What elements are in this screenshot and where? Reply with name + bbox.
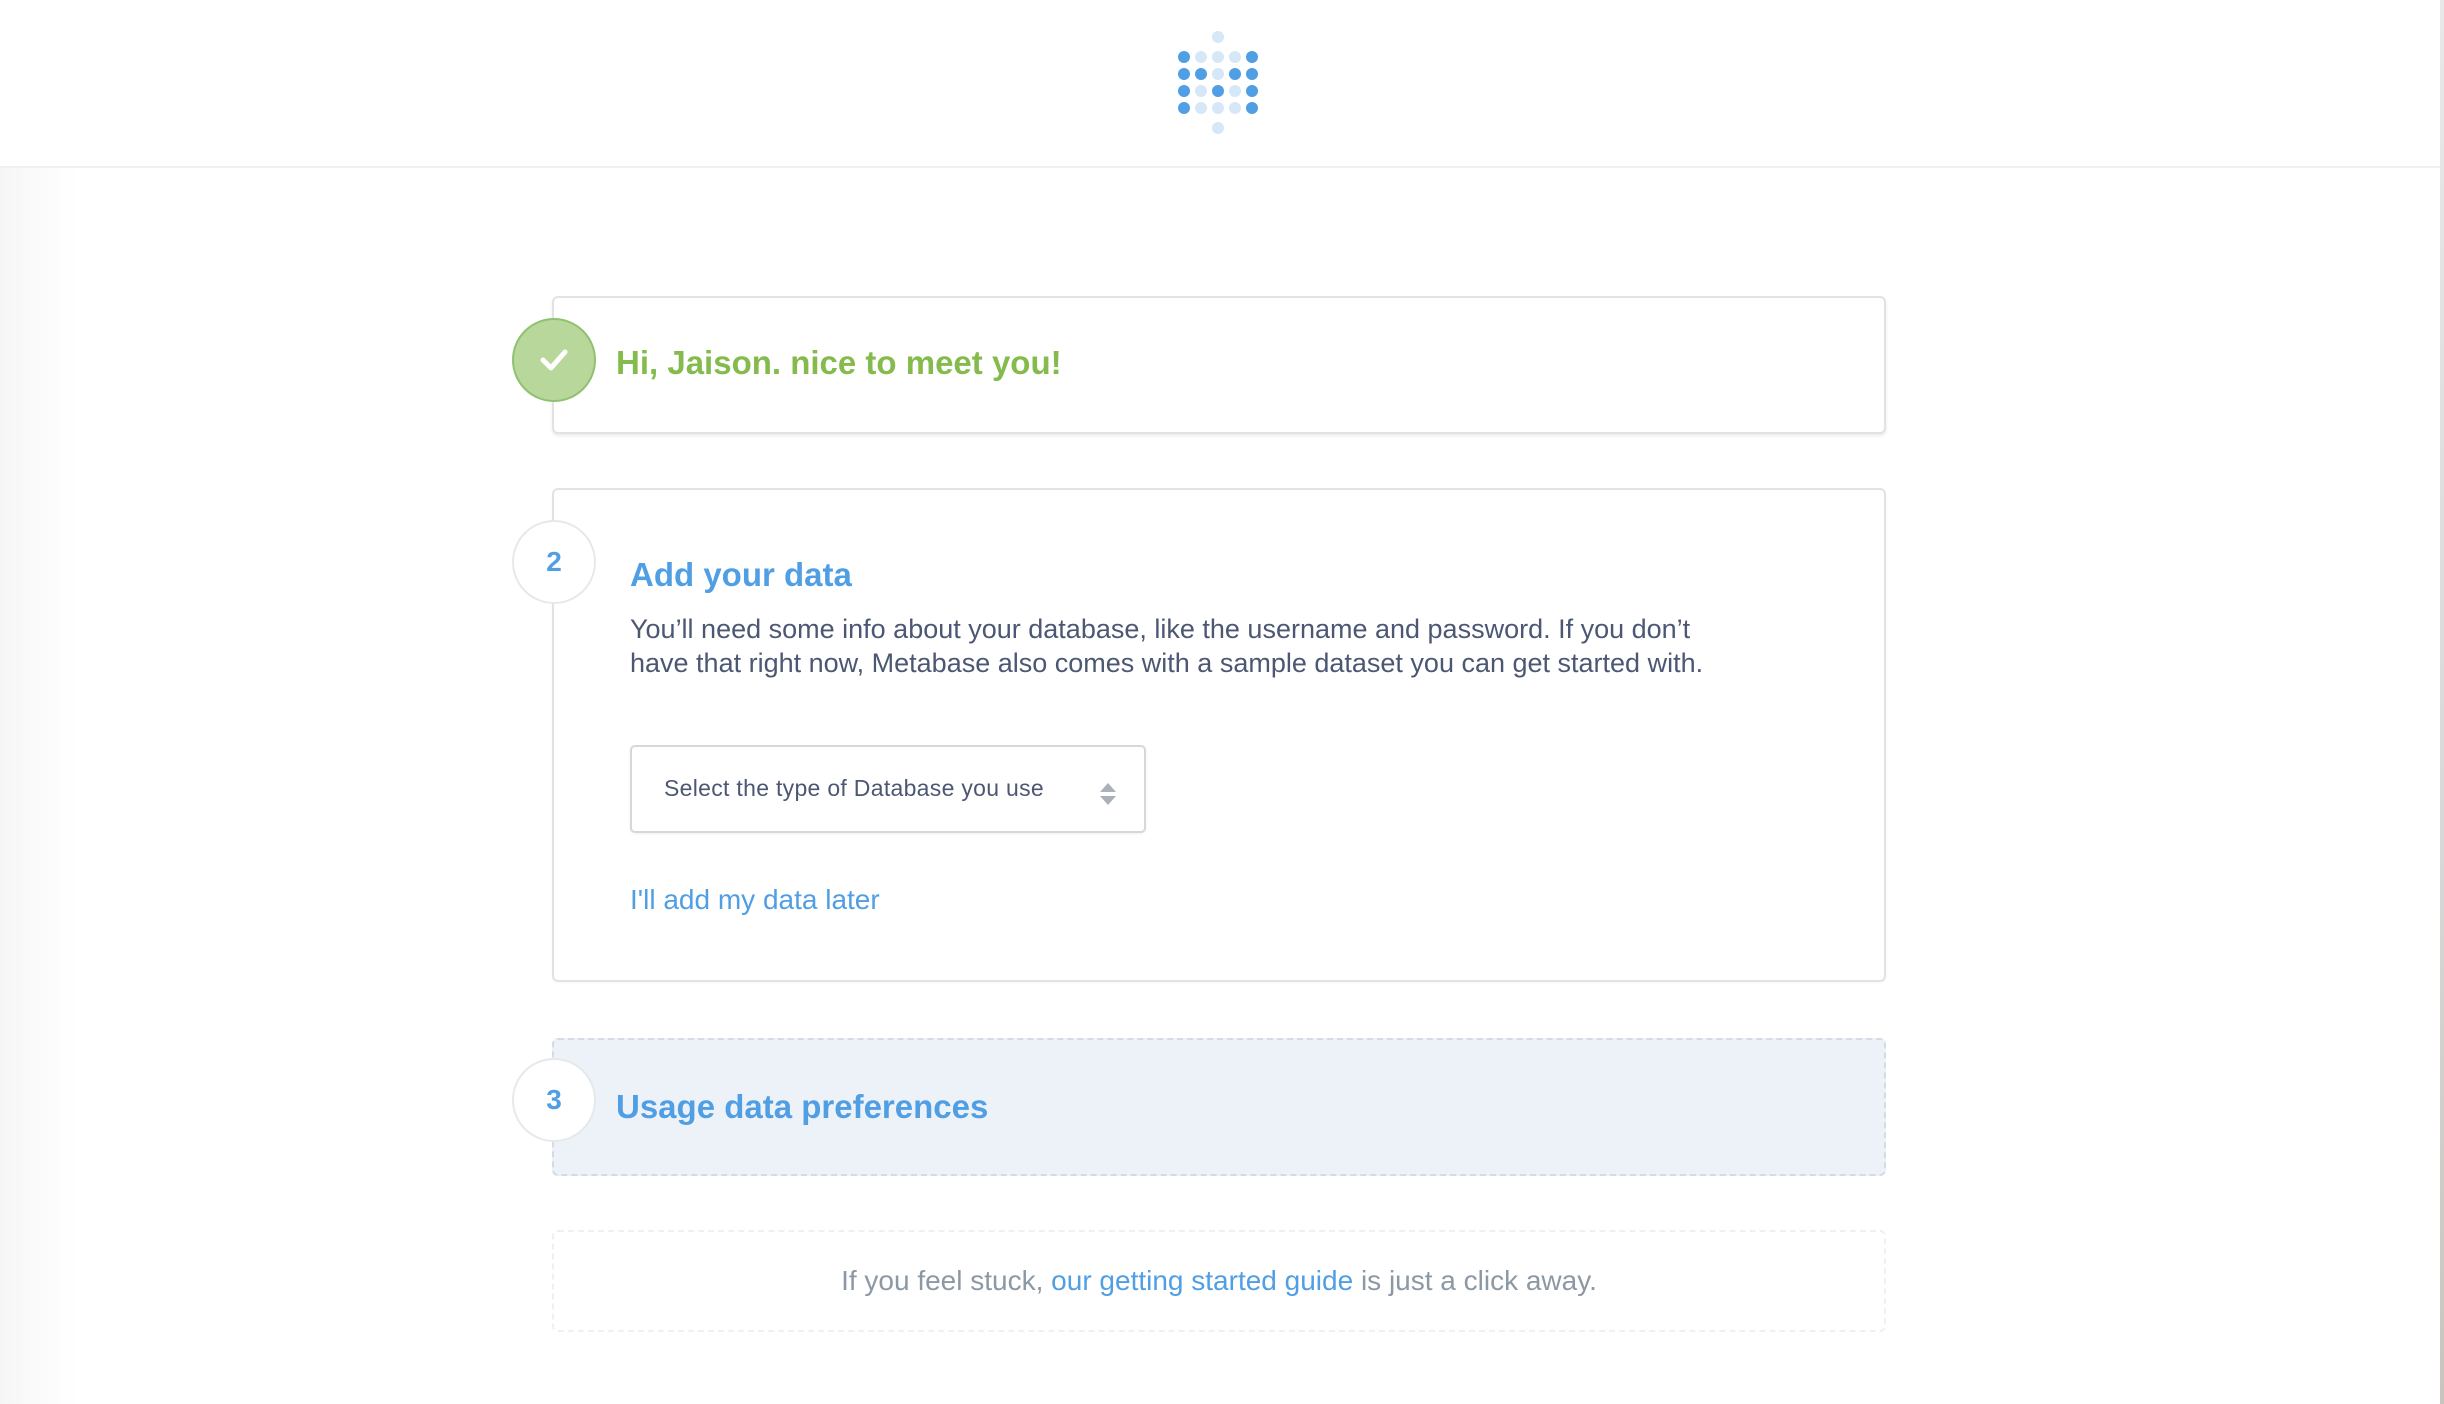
metabase-logo-icon (1178, 31, 1258, 134)
select-arrows-icon (1100, 783, 1116, 805)
getting-started-guide-link[interactable]: our getting started guide (1051, 1265, 1353, 1296)
database-type-select-placeholder: Select the type of Database you use (664, 775, 1045, 801)
header-bar (0, 0, 2440, 168)
help-text-prefix: If you feel stuck, (841, 1265, 1044, 1296)
add-data-later-link[interactable]: I'll add my data later (630, 884, 880, 916)
setup-page: Hi, Jaison. nice to meet you! 2 Add your… (0, 0, 2444, 1404)
window-edge (2440, 0, 2444, 1404)
step-2-number: 2 (512, 520, 596, 604)
help-text-suffix: is just a click away. (1360, 1265, 1597, 1296)
window-shadow (0, 0, 80, 1404)
step-2-title: Add your data (630, 556, 852, 593)
step-3-title[interactable]: Usage data preferences (616, 1088, 988, 1126)
step-2-description: You’ll need some info about your databas… (630, 614, 1704, 678)
step-3-number: 3 (512, 1058, 596, 1142)
help-footer: If you feel stuck, our getting started g… (552, 1230, 1886, 1332)
check-icon (540, 349, 568, 371)
step-1-title[interactable]: Hi, Jaison. nice to meet you! (616, 344, 1062, 382)
step-1-complete-badge (512, 318, 596, 402)
database-type-select[interactable]: Select the type of Database you use (630, 745, 1146, 833)
